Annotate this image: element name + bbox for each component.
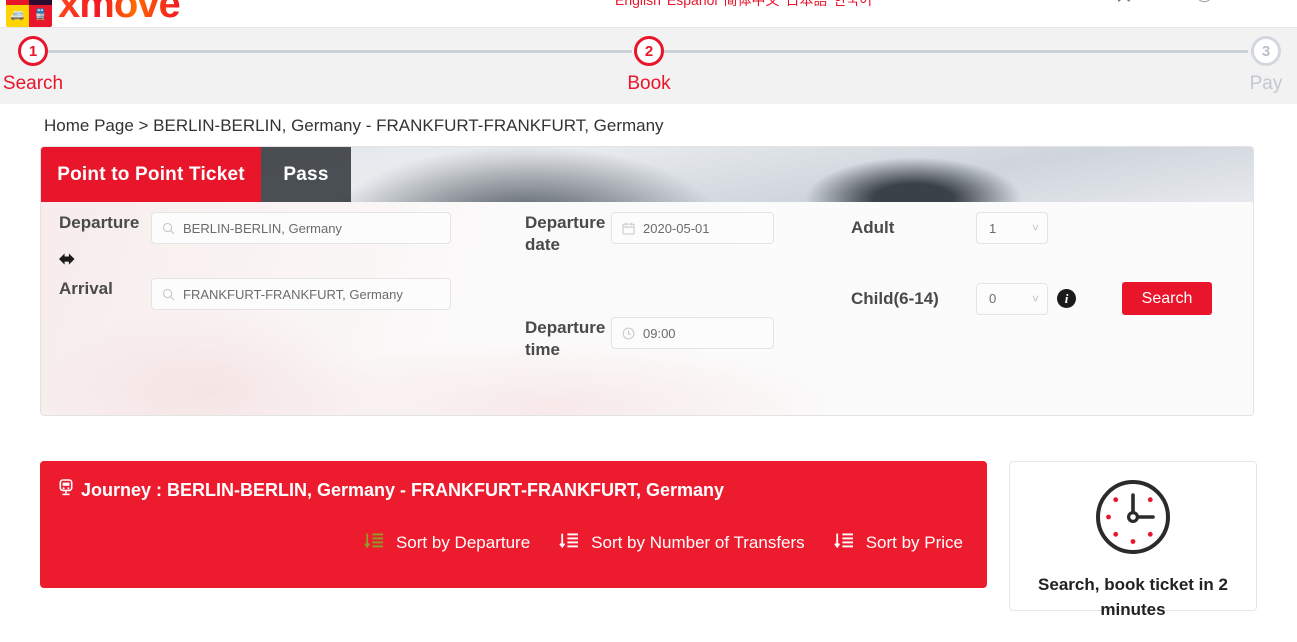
sort-amount-icon bbox=[364, 532, 384, 554]
language-option-english[interactable]: English bbox=[615, 0, 661, 8]
sort-amount-icon bbox=[833, 532, 854, 554]
top-header: 🚌 🚢 🚐 🚆 xmove English Espanol 简体中文日本語 한국어 🛒… bbox=[0, 0, 1297, 28]
stepper-label-search: Search bbox=[2, 73, 64, 94]
search-tabs: Point to Point Ticket Pass bbox=[41, 147, 351, 202]
child-row: Child(6-14) 0 ˅ i Search bbox=[851, 282, 1212, 315]
cart-icon[interactable]: 🛒 bbox=[1116, 0, 1137, 1]
adult-select[interactable]: 1 ˅ bbox=[976, 212, 1048, 244]
sort-by-price[interactable]: Sort by Price bbox=[833, 532, 963, 554]
departure-time-value: 09:00 bbox=[643, 325, 676, 341]
stepper-label-pay: Pay bbox=[1249, 73, 1283, 94]
journey-card: Journey : BERLIN-BERLIN, Germany - FRANK… bbox=[40, 461, 987, 588]
info-icon[interactable]: i bbox=[1057, 289, 1076, 308]
clock-icon bbox=[622, 327, 635, 340]
language-option-zh-hans[interactable]: 简体中文 bbox=[724, 0, 780, 8]
stepper-number-1: 1 bbox=[18, 36, 48, 66]
stepper-number-3: 3 bbox=[1251, 36, 1281, 66]
logo-mark: 🚌 🚢 🚐 🚆 bbox=[6, 0, 52, 27]
departure-time-row: Departure time 09:00 bbox=[525, 317, 774, 361]
search-icon bbox=[162, 222, 175, 235]
stepper-number-2: 2 bbox=[634, 36, 664, 66]
journey-title-text: Journey : BERLIN-BERLIN, Germany - FRANK… bbox=[81, 479, 725, 500]
language-switcher[interactable]: English Espanol 简体中文 日本語 한국어 bbox=[615, 0, 878, 10]
language-option-ja[interactable]: 日本語 bbox=[786, 0, 828, 8]
stepper-label-book: Book bbox=[627, 73, 671, 94]
chevron-down-icon: ˅ bbox=[1031, 291, 1039, 306]
arrival-station-input[interactable]: FRANKFURT-FRANKFURT, Germany bbox=[151, 278, 451, 310]
breadcrumb[interactable]: Home Page > BERLIN-BERLIN, Germany - FRA… bbox=[0, 104, 1297, 146]
departure-date-value: 2020-05-01 bbox=[643, 220, 710, 236]
sort-by-departure[interactable]: Sort by Departure bbox=[364, 532, 530, 554]
departure-station-value: BERLIN-BERLIN, Germany bbox=[183, 220, 342, 236]
language-option-ko[interactable]: 한국어 bbox=[834, 0, 873, 8]
stepper-step-search[interactable]: 1 Search bbox=[0, 36, 78, 95]
sort-by-departure-label: Sort by Departure bbox=[395, 533, 531, 552]
departure-date-label: Departure date bbox=[525, 213, 606, 254]
promo-text: Search, book ticket in 2 minutes bbox=[1038, 575, 1228, 619]
adult-value: 1 bbox=[989, 220, 997, 236]
search-button[interactable]: Search bbox=[1122, 282, 1212, 315]
results-section: Journey : BERLIN-BERLIN, Germany - FRANK… bbox=[0, 461, 1297, 619]
child-label: Child(6-14) bbox=[851, 288, 939, 308]
departure-date-input[interactable]: 2020-05-01 bbox=[611, 212, 774, 244]
departure-station-label: Departure bbox=[59, 213, 140, 232]
logo-text: xmove bbox=[58, 0, 181, 27]
menu-icon[interactable]: ☰ bbox=[1272, 0, 1287, 1]
departure-station-input[interactable]: BERLIN-BERLIN, Germany bbox=[151, 212, 451, 244]
sort-amount-icon bbox=[559, 532, 579, 554]
sort-by-transfers-label: Sort by Number of Transfers bbox=[591, 533, 805, 552]
child-value: 0 bbox=[989, 291, 997, 306]
departure-station-row: Departure BERLIN-BERLIN, Germany bbox=[59, 212, 451, 244]
sort-by-price-label: Sort by Price bbox=[865, 533, 963, 552]
arrival-station-label: Arrival bbox=[59, 279, 113, 298]
stepper-step-book[interactable]: 2 Book bbox=[604, 36, 694, 95]
calendar-icon bbox=[622, 222, 635, 235]
adult-label: Adult bbox=[851, 218, 895, 237]
promo-card: Search, book ticket in 2 minutes bbox=[1009, 461, 1257, 619]
train-icon bbox=[58, 479, 74, 501]
adult-row: Adult 1 ˅ bbox=[851, 212, 1048, 244]
departure-time-input[interactable]: 09:00 bbox=[611, 317, 774, 349]
header-icon-group: 🛒 ◯ ☰ bbox=[1116, 0, 1287, 1]
progress-stepper: 1 Search 2 Book 3 Pay bbox=[0, 28, 1297, 104]
search-icon bbox=[162, 288, 175, 301]
search-form: Departure BERLIN-BERLIN, Germany ⬌ Arriv… bbox=[41, 202, 1253, 415]
brand-logo[interactable]: 🚌 🚢 🚐 🚆 xmove bbox=[6, 0, 181, 27]
user-icon[interactable]: ◯ bbox=[1195, 0, 1214, 1]
swap-stations-row: ⬌ bbox=[59, 250, 75, 269]
arrival-station-row: Arrival FRANKFURT-FRANKFURT, Germany bbox=[59, 278, 451, 310]
language-option-espanol[interactable]: Espanol bbox=[667, 0, 718, 8]
stepper-step-pay[interactable]: 3 Pay bbox=[1221, 36, 1297, 95]
arrival-station-value: FRANKFURT-FRANKFURT, Germany bbox=[183, 286, 403, 302]
stepper-line-2-3 bbox=[664, 50, 1248, 53]
chevron-down-icon: ˅ bbox=[1031, 221, 1039, 235]
train-icon: 🚆 bbox=[29, 4, 52, 27]
journey-header: Journey : BERLIN-BERLIN, Germany - FRANK… bbox=[58, 479, 969, 501]
swap-icon[interactable]: ⬌ bbox=[59, 250, 75, 269]
search-panel: Point to Point Ticket Pass Departure BER… bbox=[40, 146, 1254, 416]
sort-by-transfers[interactable]: Sort by Number of Transfers bbox=[559, 532, 805, 554]
departure-date-row: Departure date 2020-05-01 bbox=[525, 212, 774, 256]
tab-pass[interactable]: Pass bbox=[261, 147, 351, 202]
clock-icon bbox=[1092, 476, 1174, 563]
sort-controls: Sort by Departure Sort by Number of Tran… bbox=[58, 532, 969, 554]
search-panel-wrap: Point to Point Ticket Pass Departure BER… bbox=[0, 146, 1297, 416]
car-icon: 🚐 bbox=[6, 4, 29, 27]
stepper-line-1-2 bbox=[48, 50, 632, 53]
child-select[interactable]: 0 ˅ bbox=[976, 282, 1048, 315]
departure-time-label: Departure time bbox=[525, 318, 606, 359]
tab-point-to-point-ticket[interactable]: Point to Point Ticket bbox=[41, 147, 261, 202]
